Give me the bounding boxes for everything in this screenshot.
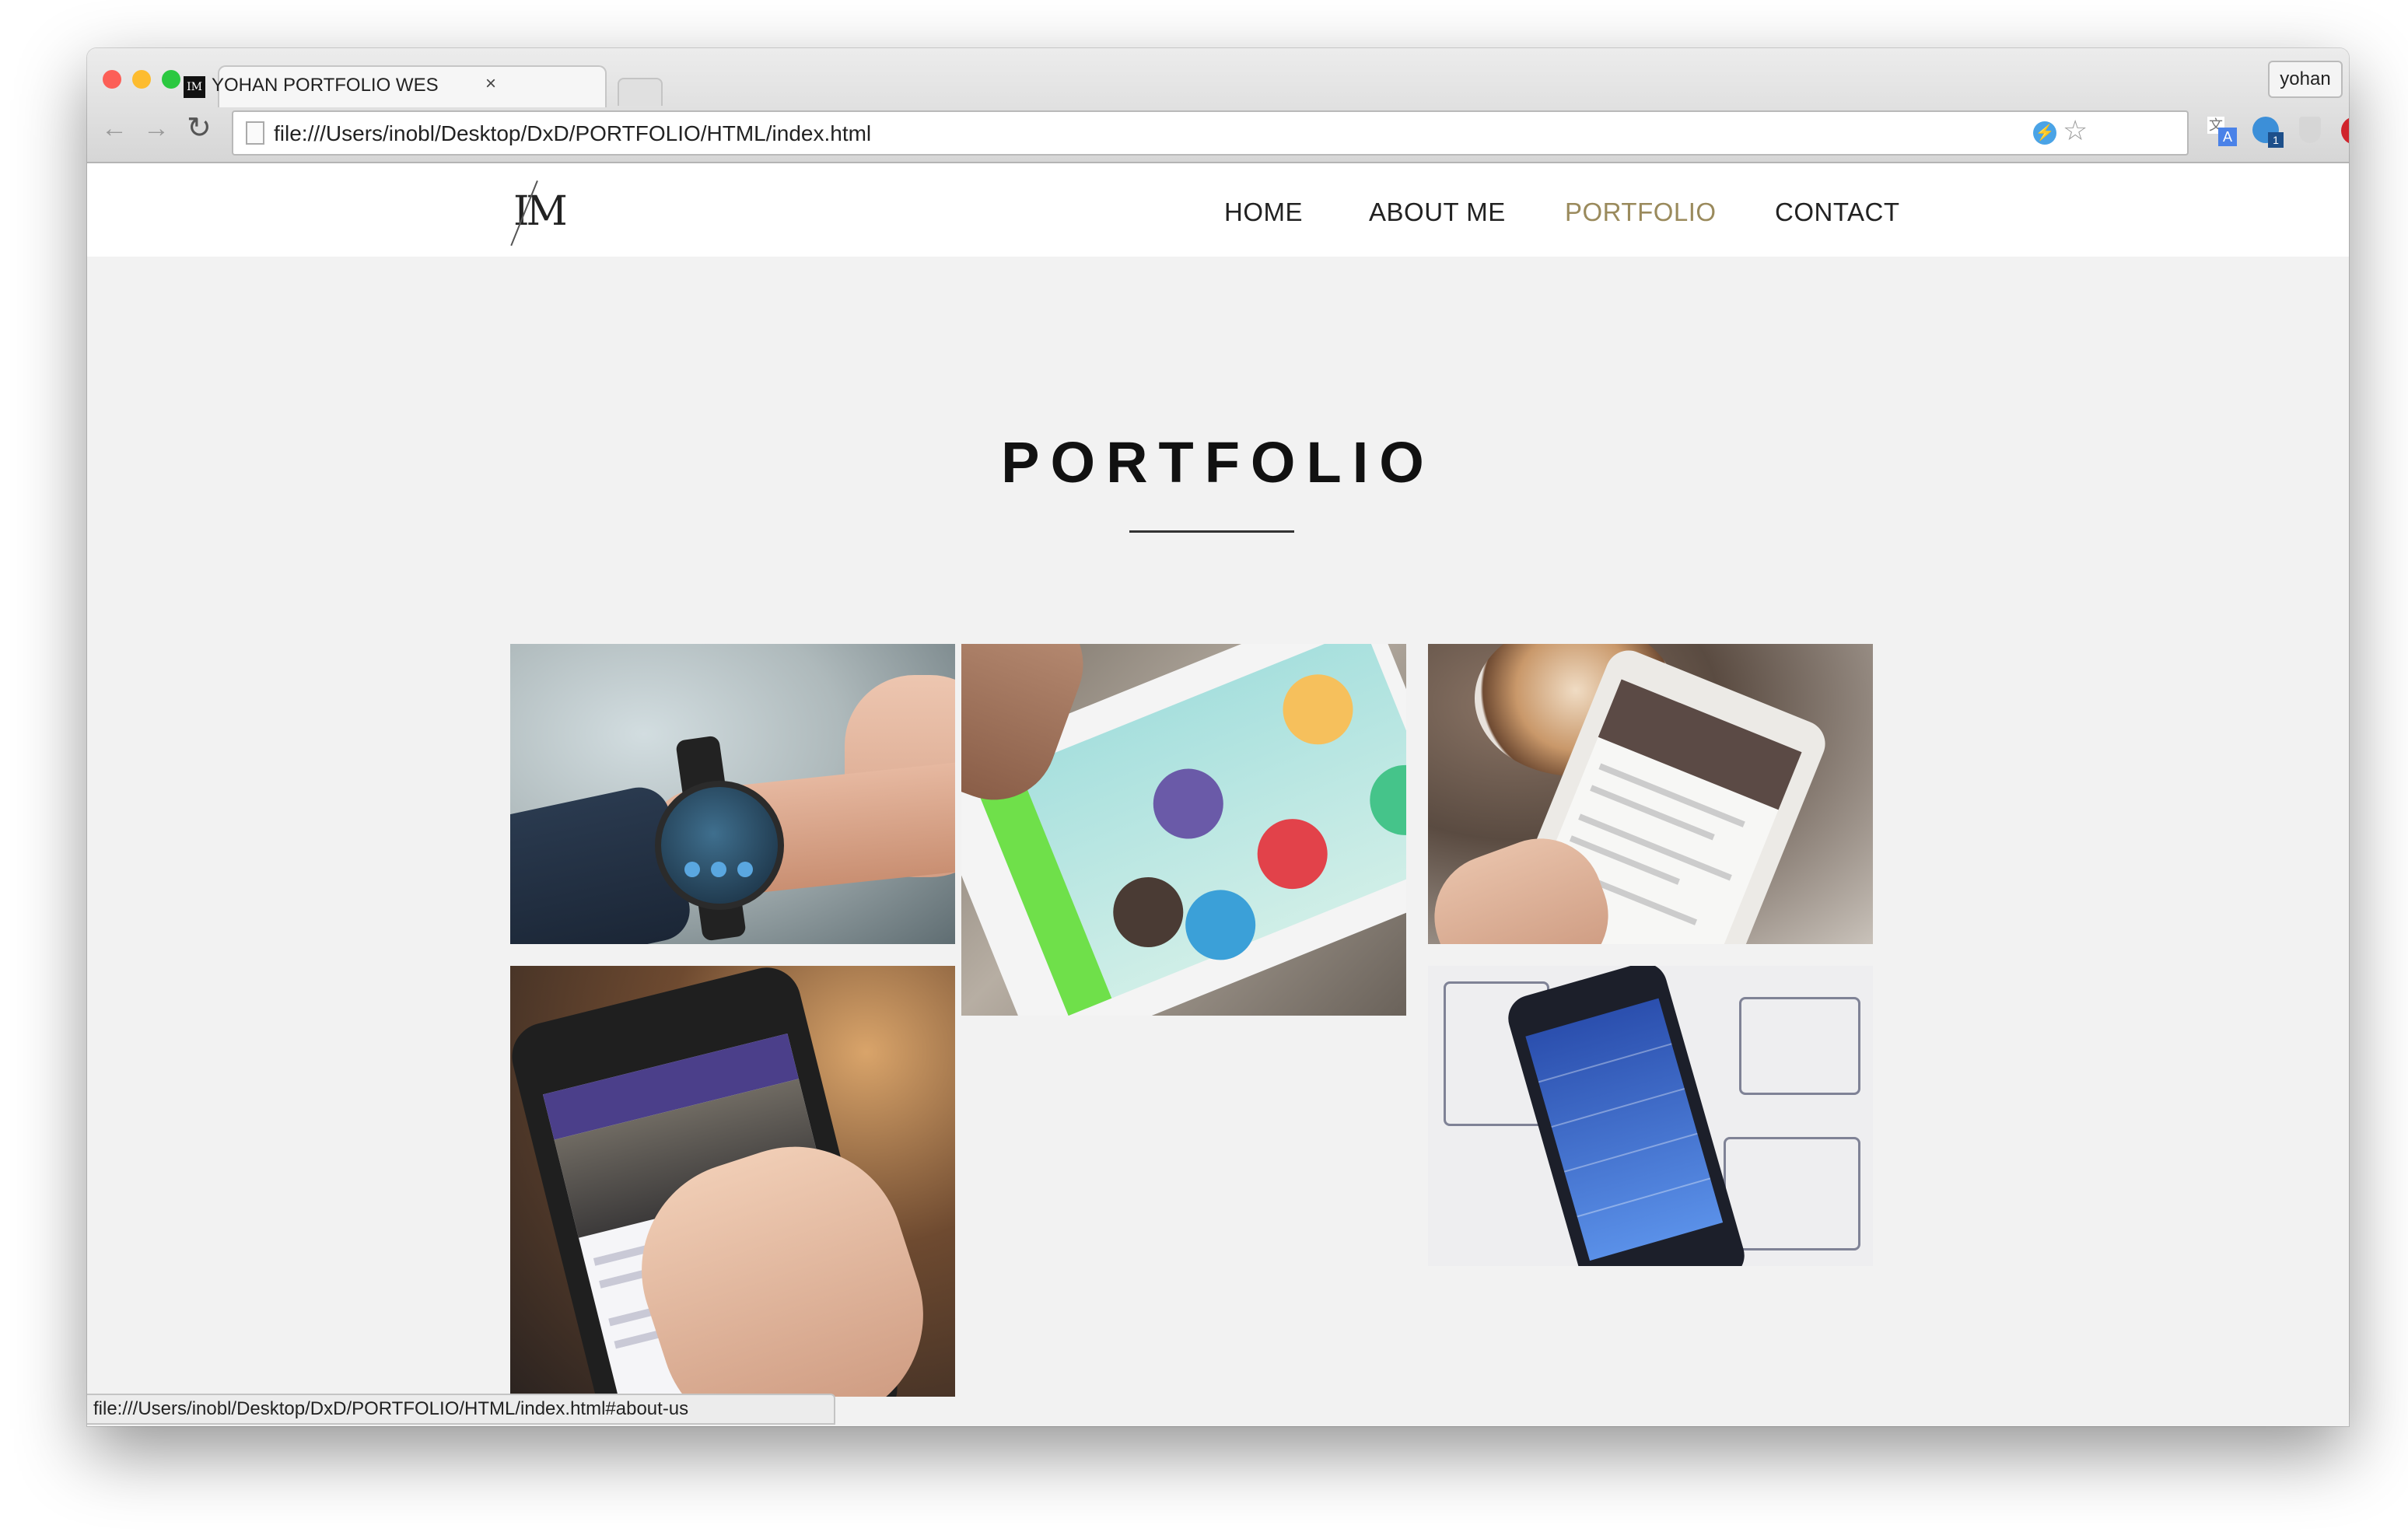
camera-icon [1272,663,1364,755]
book-icon [1174,879,1266,971]
gear-icon [1102,866,1194,958]
phone-screen [1525,998,1724,1261]
browser-window: IM YOHAN PORTFOLIO WESI × yohan ← → ↻ fi… [87,48,2349,1426]
bookmark-star-icon[interactable]: ☆ [2063,117,2088,145]
section-title: PORTFOLIO [1001,430,1435,495]
shield-shape [2299,117,2321,143]
sketch-frame [1739,997,1860,1095]
close-window-button[interactable] [103,70,121,89]
site-logo[interactable]: IM [510,180,568,247]
nav-home[interactable]: HOME [1224,198,1303,227]
minimize-window-button[interactable] [132,70,151,89]
screen-divider [1538,1043,1672,1083]
site-header: IM HOME ABOUT ME PORTFOLIO CONTACT [87,163,2349,257]
page-icon [246,121,264,145]
screen-divider [1577,1177,1711,1218]
dashboard-app-image[interactable] [1428,966,1873,1266]
new-tab-button[interactable] [618,78,663,106]
status-url: file:///Users/inobl/Desktop/DxD/PORTFOLI… [93,1398,689,1419]
watch-button-dot [711,862,726,877]
pinterest-glyph: P [2341,117,2349,145]
bolt-icon[interactable]: ⚡ [2033,121,2056,145]
smartwatch-app-image[interactable] [510,644,955,944]
tab-title[interactable]: YOHAN PORTFOLIO WESI [212,75,439,96]
watch-button-dot [684,862,700,877]
translate-icon[interactable]: 文 A [2201,110,2242,151]
nav-contact[interactable]: CONTACT [1775,198,1900,227]
screen-divider [1551,1088,1685,1128]
nav-about-me[interactable]: ABOUT ME [1369,198,1506,227]
cross-social-app-image[interactable] [510,966,955,1397]
forward-arrow-icon[interactable]: → [143,115,170,142]
address-bar[interactable]: file:///Users/inobl/Desktop/DxD/PORTFOLI… [232,110,2189,156]
translate-a-glyph: A [2218,128,2237,146]
phone-shape [1503,966,1750,1266]
title-divider [1129,530,1294,533]
nav-portfolio[interactable]: PORTFOLIO [1565,198,1717,227]
tab-close-icon[interactable]: × [485,73,496,95]
back-arrow-icon[interactable]: ← [101,115,128,142]
reload-icon[interactable]: ↻ [187,114,212,143]
profile-button[interactable]: yohan [2268,61,2343,98]
screen-divider [1563,1132,1698,1173]
game-app-image[interactable] [961,644,1406,1016]
tab-favicon-icon: IM [184,76,205,98]
calendar-app-image[interactable] [1428,644,1873,944]
shield-icon[interactable] [2290,110,2330,151]
video-icon [1247,808,1339,900]
gallery-icon [1359,754,1406,846]
watch-face [655,781,784,910]
screen-header [1598,679,1802,810]
browser-chrome: IM YOHAN PORTFOLIO WESI × yohan ← → ↻ fi… [87,48,2349,163]
globe-icon[interactable]: 1 [2246,110,2287,151]
zoom-window-button[interactable] [162,70,180,89]
logo-text: IM [513,188,568,235]
status-bar: file:///Users/inobl/Desktop/DxD/PORTFOLI… [87,1394,835,1425]
url-text[interactable]: file:///Users/inobl/Desktop/DxD/PORTFOLI… [274,121,871,146]
screen-green-strip [975,767,1112,1016]
map-icon [1143,757,1234,850]
watch-button-dot [737,862,753,877]
sketch-frame [1724,1137,1860,1250]
globe-badge: 1 [2268,132,2284,148]
pinterest-icon[interactable]: P [2335,110,2349,151]
